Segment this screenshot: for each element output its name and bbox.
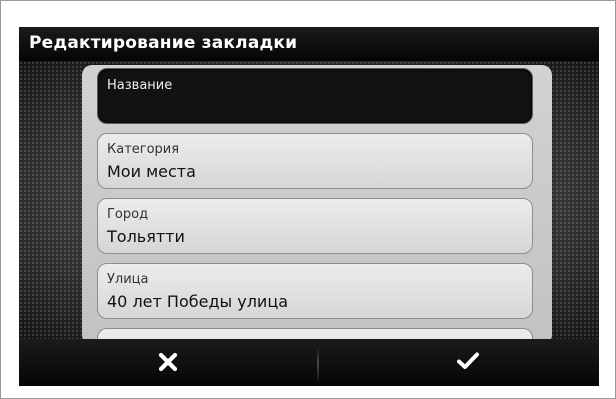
- city-field[interactable]: Город Тольятти: [97, 198, 533, 254]
- next-field-partial[interactable]: [97, 328, 533, 339]
- close-icon: [158, 352, 178, 372]
- page-title: Редактирование закладки: [29, 33, 298, 53]
- title-bar: Редактирование закладки: [19, 27, 599, 61]
- city-field-label: Город: [107, 207, 149, 222]
- street-field-value: 40 лет Победы улица: [107, 292, 289, 311]
- category-field-value: Мои места: [107, 162, 196, 181]
- device-frame: Редактирование закладки Название Категор…: [0, 0, 616, 399]
- name-field[interactable]: Название: [97, 68, 533, 124]
- content-area: Название Категория Мои места Город Толья…: [19, 61, 599, 339]
- checkmark-icon: [457, 352, 479, 369]
- city-field-value: Тольятти: [107, 227, 185, 246]
- category-field[interactable]: Категория Мои места: [97, 133, 533, 189]
- cancel-button[interactable]: [19, 339, 317, 386]
- action-bar: [19, 339, 599, 386]
- navigator-screen: Редактирование закладки Название Категор…: [19, 27, 599, 386]
- category-field-label: Категория: [107, 142, 180, 157]
- confirm-button[interactable]: [319, 339, 599, 386]
- form-panel: Название Категория Мои места Город Толья…: [82, 65, 552, 339]
- street-field[interactable]: Улица 40 лет Победы улица: [97, 263, 533, 319]
- street-field-label: Улица: [107, 272, 149, 287]
- name-field-label: Название: [107, 78, 173, 93]
